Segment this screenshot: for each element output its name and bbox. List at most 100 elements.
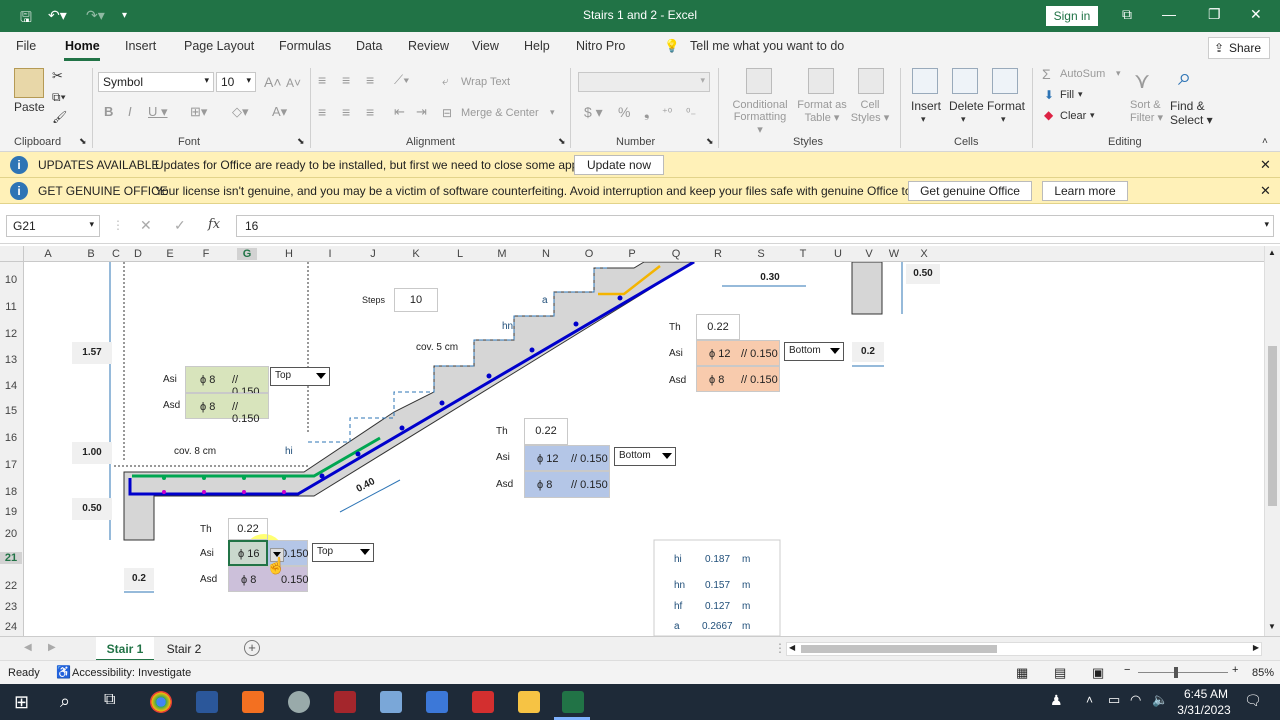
column-header[interactable]: P [622,248,642,260]
column-header[interactable]: T [793,248,813,260]
autosum-icon[interactable]: Σ [1042,66,1051,82]
delete-cells-button[interactable]: Delete [949,99,984,113]
font-launcher-icon[interactable]: ⬊ [297,136,305,147]
fill-icon[interactable]: ⬇ [1044,88,1054,102]
paste-icon[interactable] [14,68,44,98]
column-header[interactable]: O [579,248,599,260]
search-icon[interactable]: ⌕ [60,691,70,712]
name-box[interactable]: G21 ▾ [6,215,100,237]
position-dropdown[interactable]: Bottom [614,447,676,466]
sign-in-button[interactable]: Sign in [1046,6,1098,26]
close-icon[interactable]: ✕ [1260,183,1271,199]
autosum-button[interactable]: AutoSum [1060,68,1105,80]
tab-home[interactable]: Home [65,39,100,53]
vertical-scrollbar[interactable]: ▲ ▼ [1264,246,1280,636]
scroll-thumb[interactable] [1268,346,1277,506]
add-sheet-icon[interactable]: + [244,640,260,656]
file-explorer-icon[interactable] [518,691,540,713]
worksheet-grid[interactable]: 1.57 1.00 0.50 0.2 0.30 0.50 0.2 0.40 St… [24,262,1264,636]
tell-me-search[interactable]: Tell me what you want to do [690,39,844,53]
column-header[interactable]: N [536,248,556,260]
comma-style-icon[interactable]: ❟ [644,104,650,121]
format-as-table-button[interactable]: Format as Table ▾ [796,99,848,124]
tab-insert[interactable]: Insert [125,39,156,53]
row-header[interactable]: 14 [0,380,22,392]
column-header[interactable]: I [320,248,340,260]
ribbon-display-icon[interactable]: ⧉ [1122,6,1132,23]
font-color-icon[interactable]: A▾ [272,104,287,120]
position-dropdown[interactable]: Bottom [784,342,844,361]
format-painter-icon[interactable]: 🖌 [52,110,67,124]
chevron-up-icon[interactable]: ˄ [1086,693,1093,707]
prev-sheet-icon[interactable]: ◀ [24,642,32,653]
normal-view-icon[interactable]: ▦ [1016,665,1028,681]
app-icon[interactable] [288,691,310,713]
share-button[interactable]: ⇪ Share [1208,37,1270,59]
page-break-view-icon[interactable]: ▣ [1092,665,1104,681]
decrease-font-icon[interactable]: A˅ [286,76,301,90]
zoom-slider[interactable] [1138,672,1228,673]
asi-rebar-cell[interactable]: ϕ 12 // 0.150 [696,340,780,366]
people-icon[interactable]: ♟ [1050,692,1063,709]
align-right-icon[interactable]: ≡ [366,104,374,120]
bold-icon[interactable]: B [104,104,113,119]
asi-rebar-cell[interactable]: ϕ 8 // 0.150 [185,366,269,398]
volume-icon[interactable]: 🔈 [1152,692,1168,708]
page-layout-view-icon[interactable]: ▤ [1054,665,1066,681]
row-header-selected[interactable]: 21 [0,552,22,564]
conditional-formatting-icon[interactable] [746,68,772,94]
asd-rebar-cell[interactable]: ϕ 8 // 0.150 [696,366,780,392]
notifications-icon[interactable]: 🗨 [1244,692,1262,709]
sheet-tab-stair-2[interactable]: Stair 2 [156,637,212,661]
scroll-thumb[interactable] [801,645,997,653]
column-header[interactable]: R [708,248,728,260]
chevron-down-icon[interactable]: ▾ [961,114,966,125]
app-icon[interactable] [426,691,448,713]
scroll-up-icon[interactable]: ▲ [1268,248,1276,257]
format-as-table-icon[interactable] [808,68,834,94]
tab-page-layout[interactable]: Page Layout [184,39,254,53]
format-cells-button[interactable]: Format [987,99,1025,113]
formula-input[interactable]: 16 ▾ [236,215,1274,237]
copy-icon[interactable]: ⧉▾ [52,90,66,105]
tab-file[interactable]: File [16,39,36,53]
row-header[interactable]: 15 [0,405,22,417]
horizontal-scrollbar[interactable]: ◀ ▶ [786,642,1262,656]
column-header[interactable]: E [160,248,180,260]
maximize-icon[interactable]: ❐ [1208,6,1221,23]
chevron-down-icon[interactable]: ▾ [1090,110,1095,121]
clear-button[interactable]: Clear [1060,110,1086,122]
row-header[interactable]: 11 [0,301,22,313]
collapse-ribbon-icon[interactable]: ˄ [1262,136,1268,147]
alignment-launcher-icon[interactable]: ⬊ [558,136,566,147]
tab-review[interactable]: Review [408,39,449,53]
tab-nitro-pro[interactable]: Nitro Pro [576,39,625,53]
column-header[interactable]: S [751,248,771,260]
fill-color-icon[interactable]: ◇▾ [232,104,249,120]
find-select-icon[interactable]: ⌕ [1178,64,1191,92]
cell-styles-icon[interactable] [858,68,884,94]
get-genuine-office-button[interactable]: Get genuine Office [908,181,1032,201]
delete-cells-icon[interactable] [952,68,978,94]
percent-icon[interactable]: % [618,104,630,120]
wrap-text-button[interactable]: Wrap Text [461,76,510,88]
update-now-button[interactable]: Update now [574,155,664,175]
notepad-icon[interactable] [380,691,402,713]
asd-rebar-cell[interactable]: ϕ 8 // 0.150 [185,393,269,425]
italic-icon[interactable]: I [128,104,132,119]
thickness-cell[interactable]: 0.22 [228,518,268,540]
sheet-tab-stair-1[interactable]: Stair 1 [96,637,154,661]
expand-formula-icon[interactable]: ▾ [1264,219,1269,230]
cell-styles-button[interactable]: Cell Styles ▾ [848,99,892,124]
number-format-select[interactable]: ▾ [578,72,710,92]
column-header[interactable]: Q [666,248,686,260]
zoom-in-icon[interactable]: + [1232,664,1238,676]
find-select-button[interactable]: Find & Select ▾ [1170,99,1213,127]
insert-cells-icon[interactable] [912,68,938,94]
font-name-select[interactable]: Symbol ▾ [98,72,214,92]
column-header[interactable]: X [914,248,934,260]
decrease-decimal-icon[interactable]: ⁰₋ [686,106,696,119]
merge-center-icon[interactable]: ⊟ [442,106,452,120]
tab-view[interactable]: View [472,39,499,53]
sort-filter-button[interactable]: Sort & Filter ▾ [1130,99,1163,124]
